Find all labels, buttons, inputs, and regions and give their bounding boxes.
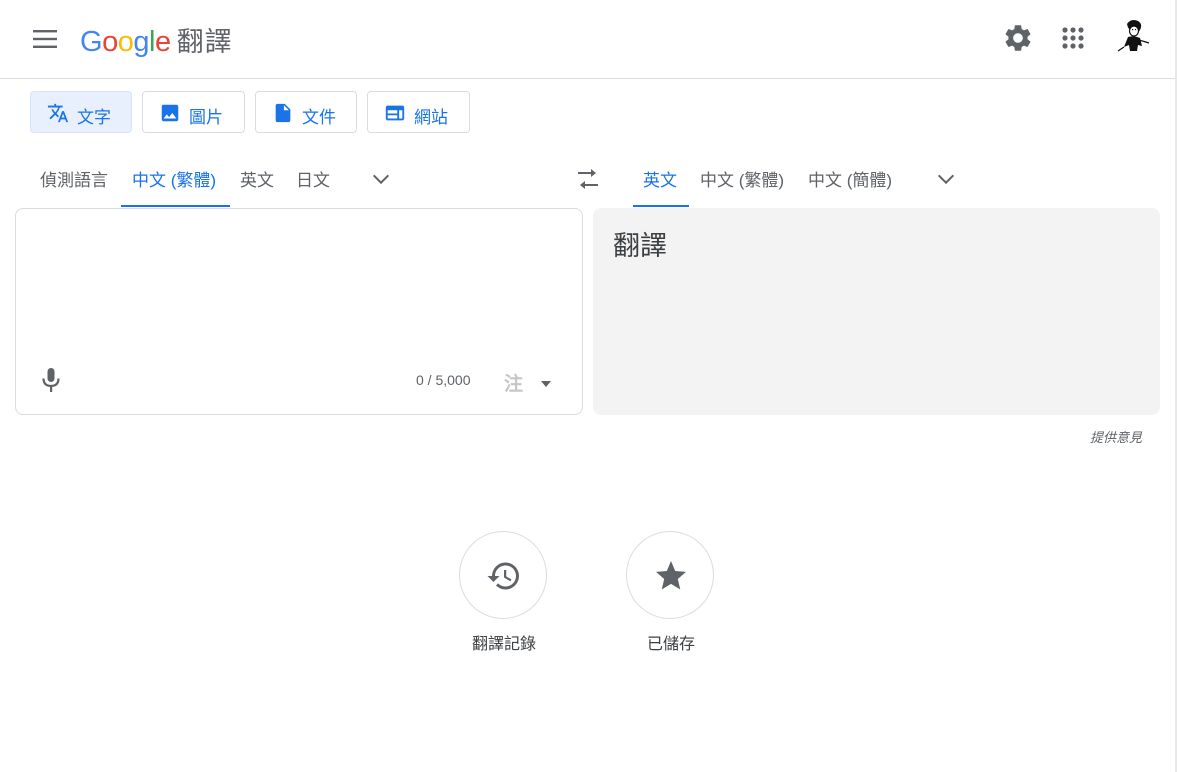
input-method-button[interactable]: 注 [504,369,523,396]
logo-letter: g [133,26,149,58]
voice-input-button[interactable] [40,366,62,394]
google-translate-logo[interactable]: Google 翻譯 [80,20,233,59]
tab-images-label: 圖片 [189,108,223,127]
chevron-down-icon [372,174,390,185]
tab-text-label: 文字 [77,108,111,127]
target-lang-chinese-traditional[interactable]: 中文 (繁體) [700,166,784,191]
history-button[interactable] [459,531,547,619]
swap-arrows-icon [578,169,598,189]
hamburger-menu-icon [33,30,57,48]
app-header: Google 翻譯 [0,0,1175,79]
source-more-languages-button[interactable] [370,168,392,190]
source-lang-active-indicator [121,205,230,207]
logo-letter: o [102,26,118,58]
avatar-figure-icon [1117,20,1150,52]
main-menu-button[interactable] [30,26,60,52]
website-icon [385,105,405,121]
gear-icon [1005,25,1031,51]
logo-letter: G [80,26,103,58]
star-icon [656,561,686,590]
target-lang-english[interactable]: 英文 [643,166,677,191]
translate-icon [47,103,69,123]
history-label: 翻譯記錄 [471,636,536,653]
translation-output-panel: 翻譯 [593,208,1160,415]
input-method-dropdown[interactable] [540,375,552,387]
document-icon [275,103,291,123]
history-icon [487,562,519,590]
google-apps-button[interactable] [1057,22,1089,54]
chevron-down-icon [937,174,955,185]
source-text-panel: 0 / 5,000 注 [15,208,583,415]
logo-letter: e [154,26,171,58]
target-lang-chinese-simplified[interactable]: 中文 (簡體) [808,166,892,191]
source-lang-chinese-traditional[interactable]: 中文 (繁體) [132,166,216,191]
apps-grid-icon [1062,27,1084,49]
target-more-languages-button[interactable] [935,168,957,190]
tab-documents-label: 文件 [302,108,336,127]
saved-label: 已儲存 [646,636,695,653]
account-avatar[interactable] [1113,16,1153,56]
tab-websites-label: 網站 [414,108,448,127]
source-lang-english[interactable]: 英文 [240,166,274,191]
logo-letter: o [117,26,134,58]
source-lang-detect[interactable]: 偵測語言 [40,166,108,191]
image-icon [161,104,179,122]
character-counter: 0 / 5,000 [416,372,471,388]
swap-languages-button[interactable] [574,166,602,192]
caret-down-icon [541,381,551,387]
translation-output-text: 翻譯 [613,231,667,261]
source-lang-japanese[interactable]: 日文 [296,166,330,191]
product-name: 翻譯 [176,27,233,57]
tab-text[interactable]: 文字 [30,91,132,133]
settings-button[interactable] [1002,22,1034,54]
microphone-icon [42,368,60,392]
tab-websites[interactable]: 網站 [367,91,470,133]
target-lang-active-indicator [633,205,689,207]
saved-button[interactable] [626,531,714,619]
source-text-input[interactable] [32,225,566,349]
tab-documents[interactable]: 文件 [255,91,357,133]
send-feedback-link[interactable]: 提供意見 [1090,427,1142,446]
tab-images[interactable]: 圖片 [142,91,245,133]
